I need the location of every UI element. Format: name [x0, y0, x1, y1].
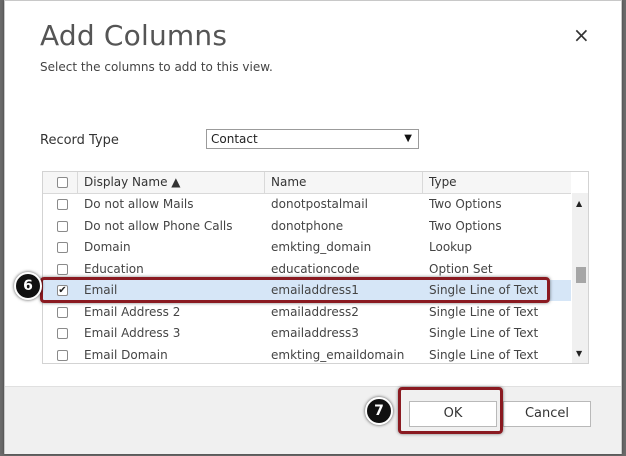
cell-type: Two Options	[429, 197, 502, 211]
row-checkbox[interactable]	[57, 350, 68, 361]
row-checkbox[interactable]	[57, 199, 68, 210]
table-row[interactable]: Email Address 3 emailaddress3 Single Line …	[43, 323, 571, 344]
record-type-select[interactable]: Contact ▼	[206, 129, 419, 149]
columns-grid: Display Name ▲ Name Type Do not allow Ma…	[42, 171, 589, 364]
row-checkbox[interactable]	[57, 307, 68, 318]
table-row[interactable]: Domain emkting_domain Lookup	[43, 237, 571, 258]
cell-name: emkting_emaildomain	[271, 348, 405, 362]
cell-display-name: Do not allow Phone Calls	[84, 219, 233, 233]
cell-display-name: Do not allow Mails	[84, 197, 194, 211]
email-row-highlight	[40, 277, 550, 303]
step-6-badge: 6	[14, 272, 42, 300]
cell-name: emailaddress2	[271, 305, 359, 319]
cell-name: donotphone	[271, 219, 344, 233]
scroll-up-icon[interactable]: ▲	[576, 199, 582, 208]
cell-type: Single Line of Text	[429, 305, 539, 319]
cell-display-name: Domain	[84, 240, 131, 254]
table-row[interactable]: Email Address 2 emailaddress2 Single Line …	[43, 302, 571, 323]
dialog-title: Add Columns	[40, 19, 228, 52]
cell-display-name: Email Domain	[84, 348, 168, 362]
row-checkbox[interactable]	[57, 242, 68, 253]
cell-display-name: Email Address 2	[84, 305, 181, 319]
cell-name: emkting_domain	[271, 240, 372, 254]
table-row[interactable]: Email Domain emkting_emaildomain Single Li…	[43, 345, 571, 363]
scroll-down-icon[interactable]: ▼	[576, 349, 582, 358]
row-checkbox[interactable]	[57, 328, 68, 339]
scrollbar-thumb[interactable]	[576, 267, 586, 283]
cell-type: Two Options	[429, 219, 502, 233]
cell-type: Single Line of Text	[429, 326, 539, 340]
record-type-label: Record Type	[40, 133, 119, 148]
select-all-checkbox[interactable]	[57, 177, 68, 188]
cell-name: emailaddress3	[271, 326, 359, 340]
table-row[interactable]: Do not allow Phone Calls donotphone Two Op…	[43, 216, 571, 237]
cancel-button[interactable]: Cancel	[503, 401, 591, 427]
close-icon[interactable]: ×	[573, 25, 590, 45]
grid-header: Display Name ▲ Name Type	[43, 172, 571, 194]
step-7-badge: 7	[365, 397, 393, 425]
dialog-footer: OK Cancel	[5, 386, 621, 454]
add-columns-dialog: Add Columns Select the columns to add to…	[4, 0, 622, 454]
column-header-display-name[interactable]: Display Name ▲	[77, 172, 264, 193]
row-checkbox[interactable]	[57, 221, 68, 232]
cell-display-name: Email Address 3	[84, 326, 181, 340]
row-checkbox[interactable]	[57, 264, 68, 275]
record-type-value: Contact	[211, 132, 258, 146]
cell-type: Single Line of Text	[429, 348, 539, 362]
column-header-type[interactable]: Type	[422, 172, 571, 193]
table-row[interactable]: Do not allow Mails donotpostalmail Two Opt…	[43, 194, 571, 215]
dialog-subtitle: Select the columns to add to this view.	[40, 60, 273, 74]
column-header-name[interactable]: Name	[264, 172, 422, 193]
cell-name: donotpostalmail	[271, 197, 368, 211]
cell-type: Lookup	[429, 240, 472, 254]
ok-button-highlight	[398, 387, 503, 434]
dropdown-arrow-icon: ▼	[404, 133, 412, 144]
